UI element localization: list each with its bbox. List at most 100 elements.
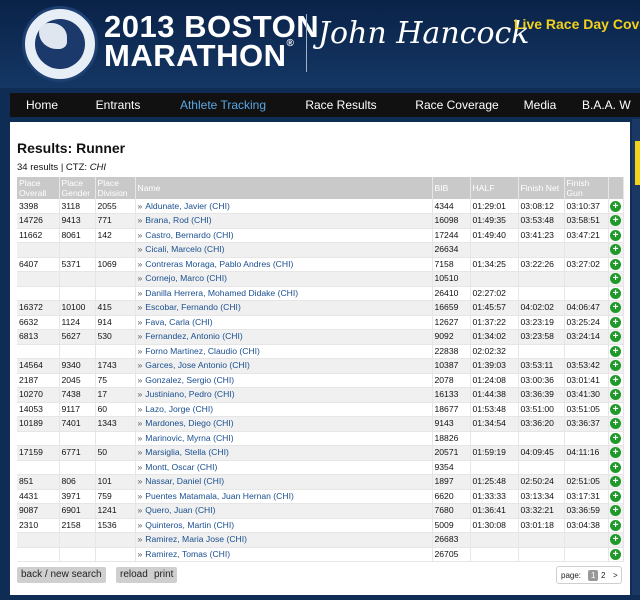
add-runner-icon[interactable]: + bbox=[610, 331, 621, 343]
cell-name[interactable]: » Fava, Carla (CHI) bbox=[135, 315, 433, 330]
nav-athlete-tracking[interactable]: Athlete Tracking bbox=[162, 93, 284, 117]
reload-button[interactable]: reload bbox=[116, 567, 152, 583]
cell-name[interactable]: » Danilla Herrera, Mohamed Didake (CHI) bbox=[135, 286, 433, 301]
table-row[interactable]: 9087 6901 1241» Quero, Juan (CHI) 7680 01:36:… bbox=[17, 503, 624, 519]
runner-name-link[interactable]: Garces, Jose Antonio (CHI) bbox=[145, 360, 250, 370]
print-button[interactable]: print bbox=[150, 567, 178, 583]
table-row[interactable]: » Montt, Oscar (CHI) 9354 + bbox=[17, 460, 624, 475]
col-name[interactable]: Name bbox=[135, 177, 433, 199]
runner-name-link[interactable]: Marsiglia, Stella (CHI) bbox=[145, 447, 229, 457]
cell-name[interactable]: » Puentes Matamala, Juan Hernan (CHI) bbox=[135, 489, 433, 504]
runner-name-link[interactable]: Castro, Bernardo (CHI) bbox=[145, 230, 233, 240]
table-row[interactable]: 16372 10100 415» Escobar, Fernando (CHI) 166… bbox=[17, 300, 624, 316]
back-new-search-button[interactable]: back / new search bbox=[17, 567, 106, 583]
runner-name-link[interactable]: Justiniano, Pedro (CHI) bbox=[145, 389, 234, 399]
add-runner-icon[interactable]: + bbox=[610, 403, 621, 415]
add-runner-icon[interactable]: + bbox=[610, 244, 621, 256]
table-row[interactable]: 4431 3971 759» Puentes Matamala, Juan Herna… bbox=[17, 489, 624, 504]
cell-name[interactable]: » Ramirez, Tomas (CHI) bbox=[135, 547, 433, 562]
runner-name-link[interactable]: Danilla Herrera, Mohamed Didake (CHI) bbox=[145, 288, 298, 298]
sponsor-logo[interactable]: John Hancock bbox=[318, 16, 529, 51]
add-runner-icon[interactable]: + bbox=[610, 273, 621, 285]
runner-name-link[interactable]: Lazo, Jorge (CHI) bbox=[145, 404, 213, 414]
cell-name[interactable]: » Ramirez, Maria Jose (CHI) bbox=[135, 532, 433, 548]
cell-name[interactable]: » Garces, Jose Antonio (CHI) bbox=[135, 358, 433, 374]
col-place-gender[interactable]: Place Gender bbox=[59, 177, 96, 199]
cell-name[interactable]: » Marsiglia, Stella (CHI) bbox=[135, 445, 433, 461]
add-runner-icon[interactable]: + bbox=[610, 287, 621, 299]
cell-name[interactable]: » Escobar, Fernando (CHI) bbox=[135, 300, 433, 316]
add-runner-icon[interactable]: + bbox=[610, 418, 621, 430]
cell-name[interactable]: » Mardones, Diego (CHI) bbox=[135, 416, 433, 432]
table-row[interactable]: 851 806 101» Nassar, Daniel (CHI) 1897 01:25:… bbox=[17, 474, 624, 490]
cell-name[interactable]: » Forno Martinez, Claudio (CHI) bbox=[135, 344, 433, 359]
cell-name[interactable]: » Cicali, Marcelo (CHI) bbox=[135, 242, 433, 258]
add-runner-icon[interactable]: + bbox=[610, 374, 621, 386]
table-row[interactable]: » Forno Martinez, Claudio (CHI) 22838 02:02… bbox=[17, 344, 624, 359]
nav-entrants[interactable]: Entrants bbox=[74, 93, 162, 117]
nav-baa[interactable]: B.A.A. W bbox=[582, 93, 640, 117]
table-row[interactable]: 17159 6771 50» Marsiglia, Stella (CHI) 20571… bbox=[17, 445, 624, 461]
table-row[interactable]: 14053 9117 60» Lazo, Jorge (CHI) 18677 01:53:… bbox=[17, 402, 624, 417]
nav-race-coverage[interactable]: Race Coverage bbox=[398, 93, 516, 117]
add-runner-icon[interactable]: + bbox=[610, 360, 621, 372]
runner-name-link[interactable]: Cicali, Marcelo (CHI) bbox=[145, 244, 224, 254]
cell-name[interactable]: » Justiniano, Pedro (CHI) bbox=[135, 387, 433, 403]
table-row[interactable]: 14726 9413 771» Brana, Rod (CHI) 16098 01:49:… bbox=[17, 213, 624, 229]
table-row[interactable]: » Cicali, Marcelo (CHI) 26634 + bbox=[17, 242, 624, 258]
add-runner-icon[interactable]: + bbox=[610, 519, 621, 531]
runner-name-link[interactable]: Brana, Rod (CHI) bbox=[145, 215, 211, 225]
pager-page-2[interactable]: 2 bbox=[601, 570, 605, 581]
col-finish-gun[interactable]: Finish Gun bbox=[564, 177, 609, 199]
table-row[interactable]: » Danilla Herrera, Mohamed Didake (CHI) 26… bbox=[17, 286, 624, 301]
table-row[interactable]: » Ramirez, Maria Jose (CHI) 26683 + bbox=[17, 532, 624, 548]
col-bib[interactable]: BIB bbox=[432, 177, 471, 199]
cell-name[interactable]: » Aldunate, Javier (CHI) bbox=[135, 199, 433, 214]
table-row[interactable]: 10270 7438 17» Justiniano, Pedro (CHI) 16133… bbox=[17, 387, 624, 403]
add-runner-icon[interactable]: + bbox=[610, 215, 621, 227]
cell-name[interactable]: » Cornejo, Marco (CHI) bbox=[135, 271, 433, 287]
add-runner-icon[interactable]: + bbox=[610, 490, 621, 502]
table-row[interactable]: 3398 3118 2055» Aldunate, Javier (CHI) 4344 0… bbox=[17, 199, 624, 214]
table-row[interactable]: 2310 2158 1536» Quinteros, Martin (CHI) 5009… bbox=[17, 518, 624, 533]
runner-name-link[interactable]: Aldunate, Javier (CHI) bbox=[145, 201, 230, 211]
add-runner-icon[interactable]: + bbox=[610, 548, 621, 560]
add-runner-icon[interactable]: + bbox=[610, 432, 621, 444]
runner-name-link[interactable]: Marinovic, Myrna (CHI) bbox=[145, 433, 233, 443]
runner-name-link[interactable]: Contreras Moraga, Pablo Andres (CHI) bbox=[145, 259, 293, 269]
table-row[interactable]: » Ramirez, Tomas (CHI) 26705 + bbox=[17, 547, 624, 562]
table-row[interactable]: 6813 5627 530» Fernandez, Antonio (CHI) 9092… bbox=[17, 329, 624, 345]
table-row[interactable]: 11662 8061 142» Castro, Bernardo (CHI) 17244… bbox=[17, 228, 624, 243]
add-runner-icon[interactable]: + bbox=[610, 302, 621, 314]
nav-race-results[interactable]: Race Results bbox=[284, 93, 398, 117]
table-row[interactable]: 14564 9340 1743» Garces, Jose Antonio (CHI)… bbox=[17, 358, 624, 374]
add-runner-icon[interactable]: + bbox=[610, 447, 621, 459]
table-row[interactable]: 6407 5371 1069» Contreras Moraga, Pablo And… bbox=[17, 257, 624, 272]
cell-name[interactable]: » Nassar, Daniel (CHI) bbox=[135, 474, 433, 490]
runner-name-link[interactable]: Quinteros, Martin (CHI) bbox=[145, 520, 234, 530]
cell-name[interactable]: » Castro, Bernardo (CHI) bbox=[135, 228, 433, 243]
cell-name[interactable]: » Montt, Oscar (CHI) bbox=[135, 460, 433, 475]
cell-name[interactable]: » Fernandez, Antonio (CHI) bbox=[135, 329, 433, 345]
table-row[interactable]: » Marinovic, Myrna (CHI) 18826 + bbox=[17, 431, 624, 446]
nav-home[interactable]: Home bbox=[10, 93, 74, 117]
add-runner-icon[interactable]: + bbox=[610, 476, 621, 488]
pager-next-arrow[interactable]: > bbox=[613, 570, 618, 581]
cell-name[interactable]: » Marinovic, Myrna (CHI) bbox=[135, 431, 433, 446]
add-runner-icon[interactable]: + bbox=[610, 534, 621, 546]
runner-name-link[interactable]: Montt, Oscar (CHI) bbox=[145, 462, 217, 472]
runner-name-link[interactable]: Puentes Matamala, Juan Hernan (CHI) bbox=[145, 491, 294, 501]
runner-name-link[interactable]: Quero, Juan (CHI) bbox=[145, 505, 215, 515]
cell-name[interactable]: » Contreras Moraga, Pablo Andres (CHI) bbox=[135, 257, 433, 272]
add-runner-icon[interactable]: + bbox=[610, 200, 621, 212]
runner-name-link[interactable]: Forno Martinez, Claudio (CHI) bbox=[145, 346, 260, 356]
runner-name-link[interactable]: Ramirez, Tomas (CHI) bbox=[145, 549, 230, 559]
add-runner-icon[interactable]: + bbox=[610, 229, 621, 241]
col-place-division[interactable]: Place Division bbox=[95, 177, 136, 199]
runner-name-link[interactable]: Ramirez, Maria Jose (CHI) bbox=[145, 534, 247, 544]
add-runner-icon[interactable]: + bbox=[610, 461, 621, 473]
add-runner-icon[interactable]: + bbox=[610, 345, 621, 357]
cell-name[interactable]: » Lazo, Jorge (CHI) bbox=[135, 402, 433, 417]
nav-media[interactable]: Media bbox=[516, 93, 564, 117]
cell-name[interactable]: » Quinteros, Martin (CHI) bbox=[135, 518, 433, 533]
